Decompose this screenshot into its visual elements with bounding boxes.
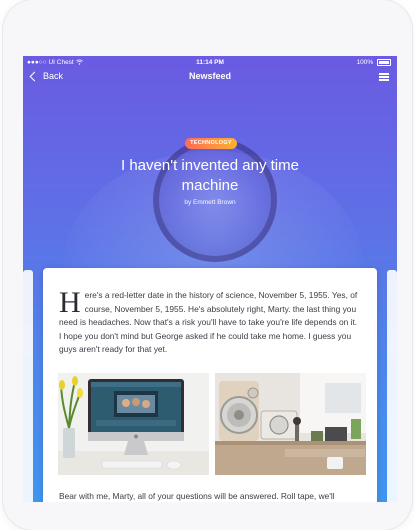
article-paragraph: ere's a red-letter date in the history o… xyxy=(59,290,358,355)
drop-cap: H xyxy=(59,286,81,319)
article-body: H ere's a red-letter date in the history… xyxy=(59,286,359,357)
screen: ●●●○○ UI Chest 11:14 PM 100% Back Newsfe… xyxy=(23,56,397,502)
prev-card-edge[interactable] xyxy=(23,270,33,502)
article-title: I haven't invented any time machine xyxy=(121,157,299,194)
battery-percent: 100% xyxy=(356,59,374,67)
article-continuation: Bear with me, Marty, all of your questio… xyxy=(59,491,335,501)
status-time: 11:14 PM xyxy=(196,59,224,66)
imac-photo[interactable] xyxy=(58,373,209,475)
menu-list-icon[interactable] xyxy=(379,73,389,81)
article-byline: by Emmett Brown xyxy=(184,199,236,206)
photo-row xyxy=(58,373,366,475)
device-frame: ●●●○○ UI Chest 11:14 PM 100% Back Newsfe… xyxy=(3,0,412,530)
category-tag[interactable]: TECHNOLOGY xyxy=(185,138,237,149)
nav-title: Newsfeed xyxy=(188,71,232,81)
battery-icon xyxy=(377,59,391,66)
status-bar: ●●●○○ UI Chest 11:14 PM 100% xyxy=(23,56,397,70)
status-battery: 100% xyxy=(357,59,391,66)
next-card-edge[interactable] xyxy=(387,270,397,502)
article-card: H ere's a red-letter date in the history… xyxy=(43,268,377,502)
speaker-desk-photo[interactable] xyxy=(215,373,366,475)
nav-bar: Back Newsfeed xyxy=(23,70,397,86)
